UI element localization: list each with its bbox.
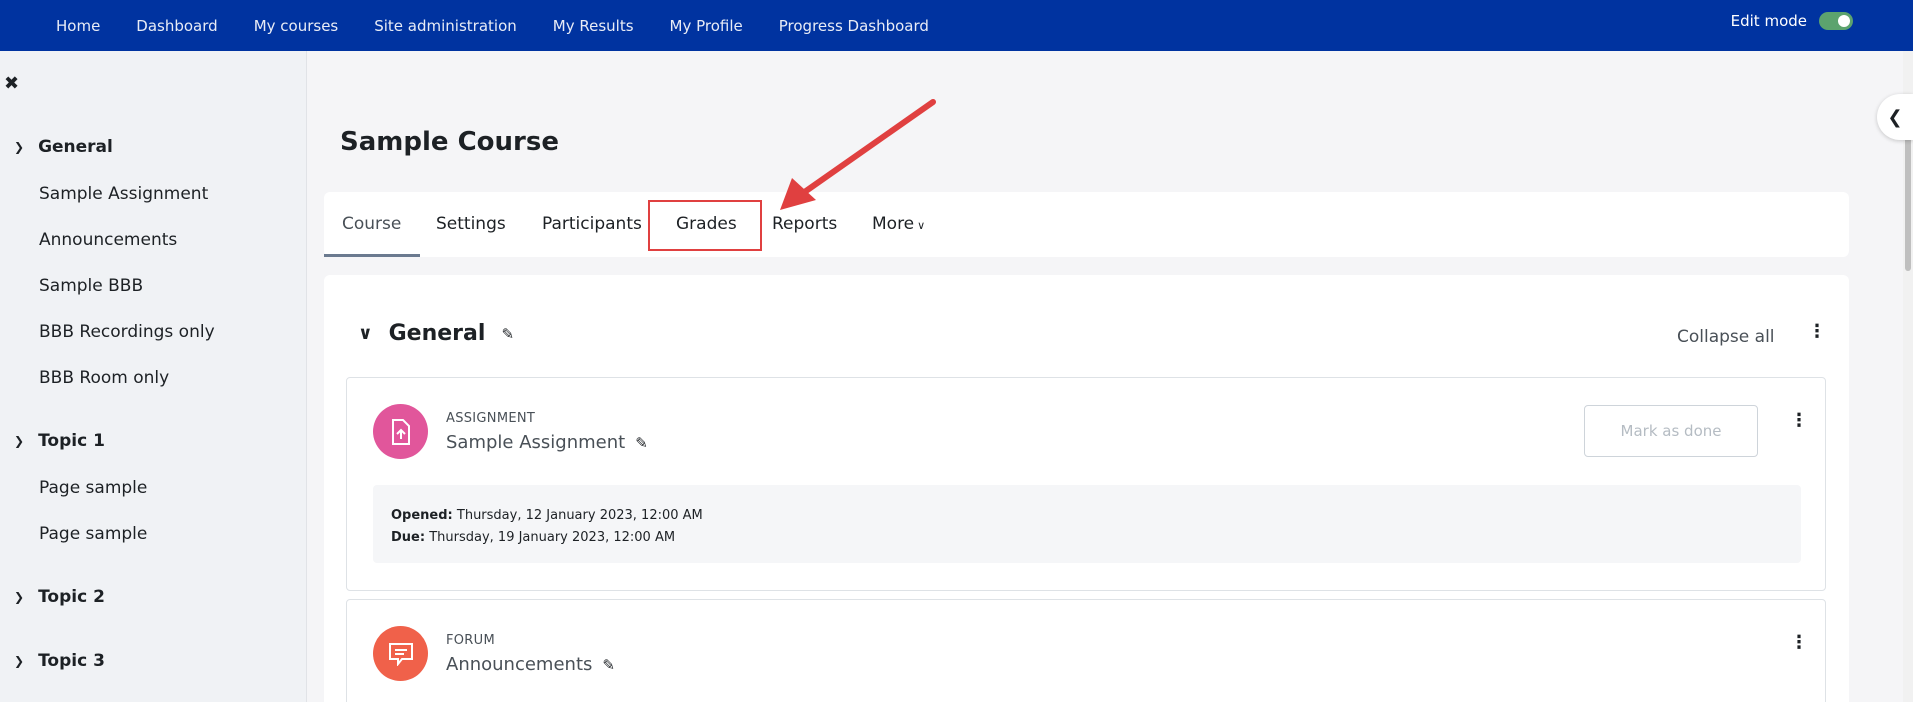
nav-dashboard[interactable]: Dashboard <box>118 17 235 35</box>
course-index-item[interactable]: BBB Recordings only <box>39 322 215 342</box>
chevron-down-icon[interactable]: ❯ <box>14 590 24 604</box>
activity-menu-icon[interactable]: ⋮ <box>1790 412 1808 430</box>
course-index-section-general[interactable]: ❯ General <box>14 137 113 157</box>
course-index-item[interactable]: Page sample <box>39 524 147 544</box>
due-label: Due: <box>391 530 426 545</box>
section-title: General <box>38 137 113 157</box>
activity-name-label: Sample Assignment <box>446 432 626 453</box>
course-index-drawer: ✖ ❯ General Sample Assignment Announceme… <box>0 51 307 702</box>
chevron-left-icon: ❮ <box>1887 106 1903 128</box>
chat-bubble-icon[interactable] <box>373 626 428 681</box>
file-upload-icon[interactable] <box>373 404 428 459</box>
activity-item: ASSIGNMENT Sample Assignment ✎ Mark as d… <box>346 377 1826 591</box>
primary-nav: Home Dashboard My courses Site administr… <box>38 17 947 35</box>
pencil-icon[interactable]: ✎ <box>635 434 648 452</box>
due-value: Thursday, 19 January 2023, 12:00 AM <box>429 530 676 545</box>
tab-course[interactable]: Course <box>342 214 401 234</box>
grades-highlight-box <box>648 200 762 251</box>
chevron-down-icon[interactable]: ❯ <box>14 654 24 668</box>
mark-as-done-button[interactable]: Mark as done <box>1584 405 1758 457</box>
chevron-down-icon: ∨ <box>917 219 926 232</box>
activity-name[interactable]: Sample Assignment ✎ <box>446 432 648 453</box>
course-content: ∨ General ✎ Collapse all ⋮ ASSIGNMENT Sa… <box>324 275 1849 702</box>
opened-label: Opened: <box>391 508 453 523</box>
section-title: General <box>388 321 486 346</box>
section-header: ∨ General ✎ <box>358 321 514 346</box>
nav-my-profile[interactable]: My Profile <box>652 17 761 35</box>
activity-name-label: Announcements <box>446 654 593 675</box>
activity-type: FORUM <box>446 633 495 648</box>
course-index-item[interactable]: Announcements <box>39 230 177 250</box>
page-title: Sample Course <box>340 127 559 157</box>
section-title: Topic 2 <box>38 587 105 607</box>
course-index-item[interactable]: Page sample <box>39 478 147 498</box>
annotation-arrow <box>780 99 936 210</box>
tab-more-label: More <box>872 214 915 234</box>
tab-settings[interactable]: Settings <box>436 214 506 234</box>
course-index-section-topic-2[interactable]: ❯ Topic 2 <box>14 587 105 607</box>
activity-name[interactable]: Announcements ✎ <box>446 654 615 675</box>
section-title: Topic 3 <box>38 651 105 671</box>
main-content: Sample Course Course Settings Participan… <box>308 51 1913 702</box>
page-scrollbar[interactable] <box>1903 51 1913 702</box>
tab-more[interactable]: More ∨ <box>872 214 925 234</box>
nav-progress-dashboard[interactable]: Progress Dashboard <box>761 17 947 35</box>
edit-mode-label: Edit mode <box>1730 12 1807 30</box>
nav-site-administration[interactable]: Site administration <box>356 17 535 35</box>
course-index-item[interactable]: Sample Assignment <box>39 184 208 204</box>
nav-home[interactable]: Home <box>38 17 118 35</box>
course-index-section-topic-1[interactable]: ❯ Topic 1 <box>14 431 105 451</box>
edit-mode-toggle[interactable] <box>1819 12 1853 30</box>
active-tab-indicator <box>324 254 420 257</box>
course-index-item[interactable]: BBB Room only <box>39 368 169 388</box>
activity-dates: Opened: Thursday, 12 January 2023, 12:00… <box>373 485 1801 563</box>
secondary-nav: Course Settings Participants Grades Repo… <box>324 192 1849 257</box>
opened-value: Thursday, 12 January 2023, 12:00 AM <box>456 508 703 523</box>
section-title: Topic 1 <box>38 431 105 451</box>
section-menu-icon[interactable]: ⋮ <box>1808 323 1826 341</box>
chevron-down-icon[interactable]: ❯ <box>14 140 24 154</box>
activity-type: ASSIGNMENT <box>446 411 536 426</box>
pencil-icon[interactable]: ✎ <box>602 656 615 674</box>
collapse-all-link[interactable]: Collapse all <box>1677 327 1775 347</box>
tab-reports[interactable]: Reports <box>772 214 837 234</box>
close-drawer-icon[interactable]: ✖ <box>4 73 19 94</box>
nav-my-courses[interactable]: My courses <box>236 17 357 35</box>
chevron-down-icon[interactable]: ❯ <box>14 434 24 448</box>
tab-participants[interactable]: Participants <box>542 214 642 234</box>
edit-mode: Edit mode <box>1731 12 1853 30</box>
top-navbar: Home Dashboard My courses Site administr… <box>0 0 1913 51</box>
activity-item: FORUM Announcements ✎ ⋮ <box>346 599 1826 702</box>
activity-menu-icon[interactable]: ⋮ <box>1790 634 1808 652</box>
course-index-section-topic-3[interactable]: ❯ Topic 3 <box>14 651 105 671</box>
course-index-item[interactable]: Sample BBB <box>39 276 143 296</box>
chevron-down-icon[interactable]: ∨ <box>358 323 373 344</box>
nav-my-results[interactable]: My Results <box>535 17 652 35</box>
pencil-icon[interactable]: ✎ <box>501 325 514 343</box>
